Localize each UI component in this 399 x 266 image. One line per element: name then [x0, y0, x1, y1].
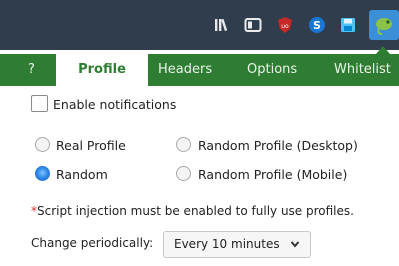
save-icon[interactable] [336, 13, 360, 37]
svg-text:uo: uo [281, 23, 289, 30]
svg-text:S: S [313, 19, 321, 32]
profile-panel: Enable notifications Real Profile Random… [0, 86, 399, 261]
random-profile-mobile-label[interactable]: Random Profile (Mobile) [198, 167, 347, 182]
library-icon[interactable] [211, 13, 235, 37]
random-profile-desktop-radio[interactable] [176, 137, 191, 152]
tab-whitelist[interactable]: Whitelist [334, 54, 391, 86]
random-radio[interactable] [35, 166, 50, 181]
chameleon-extension-button[interactable] [369, 10, 399, 40]
ublock-icon[interactable]: uo [273, 13, 297, 37]
sidebar-icon[interactable] [241, 13, 265, 37]
chameleon-icon [376, 18, 392, 35]
tab-help[interactable]: ? [28, 54, 35, 86]
change-periodically-select[interactable]: Every 10 minutes [163, 231, 311, 258]
random-profile-desktop-label[interactable]: Random Profile (Desktop) [198, 138, 358, 153]
tab-options[interactable]: Options [247, 54, 297, 86]
browser-toolbar: uo S [0, 0, 399, 54]
s-extension-icon[interactable]: S [305, 13, 329, 37]
popup-arrow [376, 46, 390, 54]
tab-headers[interactable]: Headers [158, 54, 212, 86]
random-label[interactable]: Random [56, 167, 108, 182]
change-periodically-label: Change periodically: [31, 236, 154, 250]
enable-notifications-label[interactable]: Enable notifications [53, 97, 176, 112]
tab-profile[interactable]: Profile [56, 54, 148, 86]
real-profile-radio[interactable] [35, 137, 50, 152]
script-injection-note-text: Script injection must be enabled to full… [37, 204, 354, 218]
tab-bar: ? Profile Headers Options Whitelist [0, 54, 399, 86]
change-periodically-value: Every 10 minutes [174, 237, 280, 251]
enable-notifications-checkbox[interactable] [31, 95, 48, 112]
random-profile-mobile-radio[interactable] [176, 166, 191, 181]
script-injection-note: *Script injection must be enabled to ful… [31, 204, 354, 218]
real-profile-label[interactable]: Real Profile [56, 138, 126, 153]
